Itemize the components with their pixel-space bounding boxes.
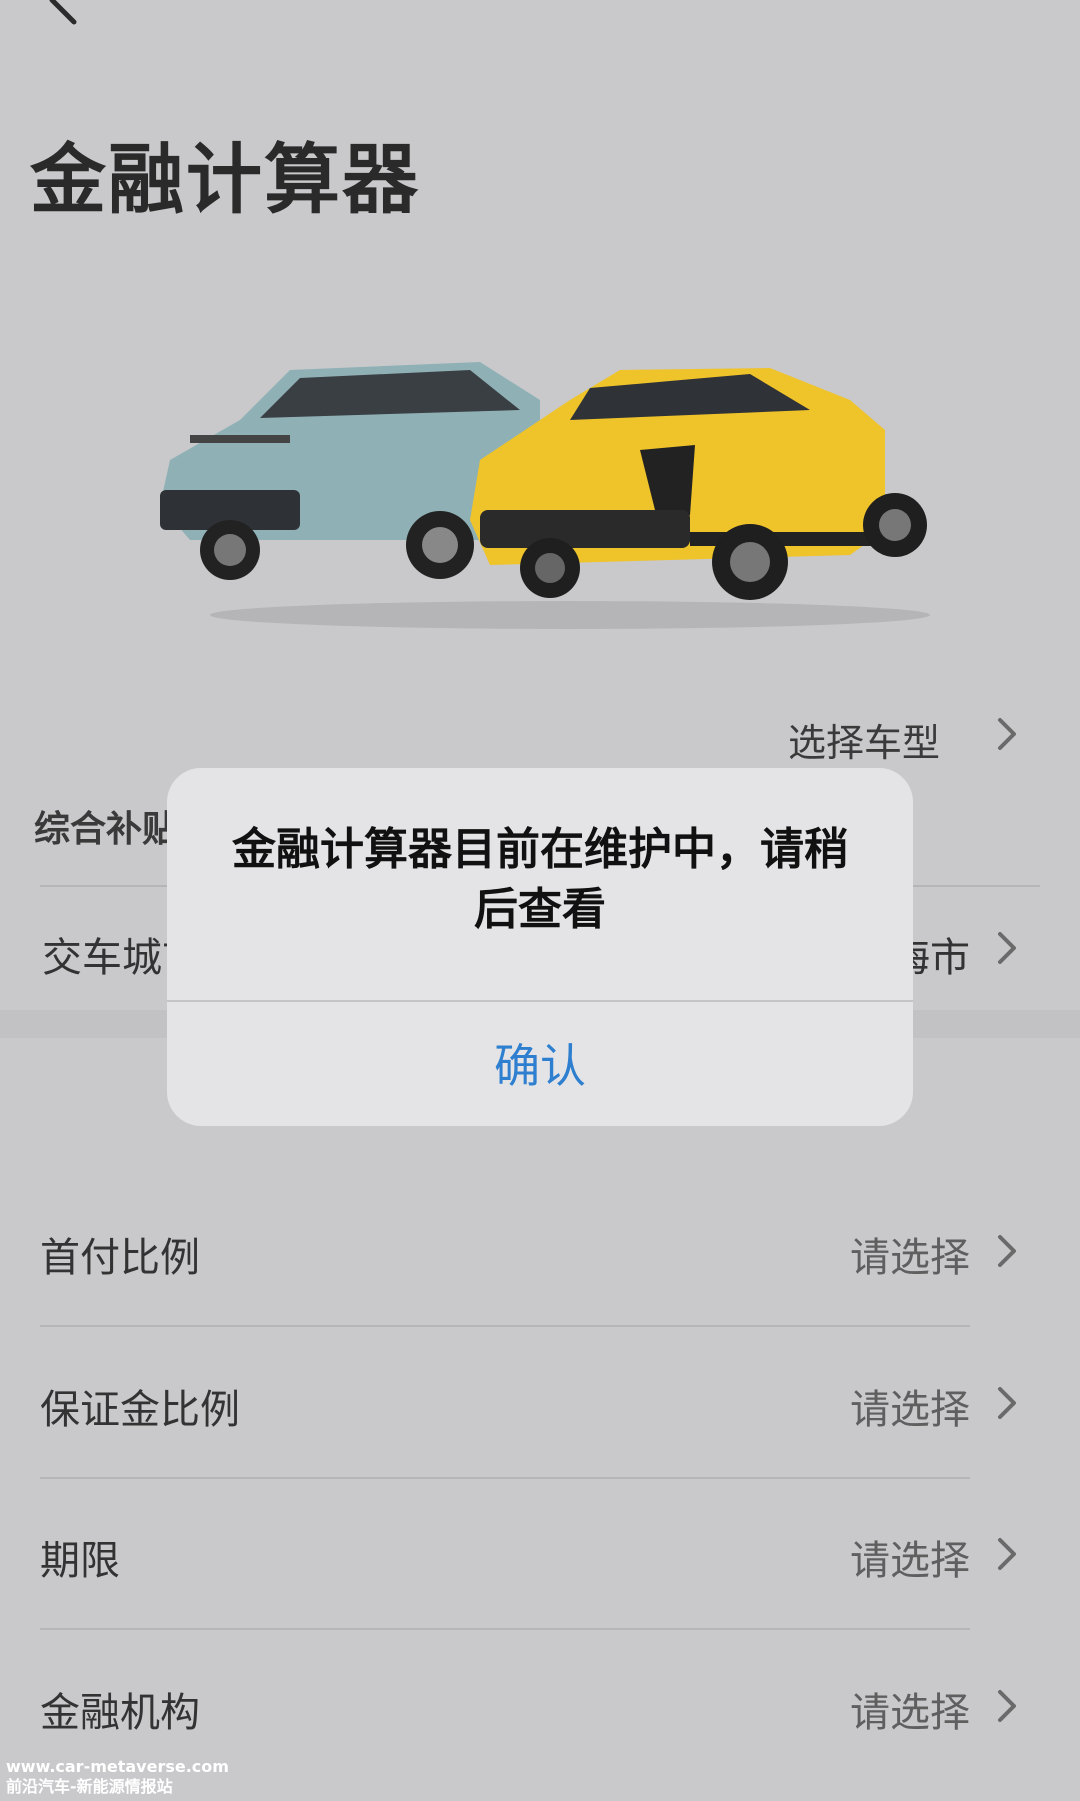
divider	[40, 1477, 970, 1479]
watermark-url: www.car-metaverse.com	[6, 1757, 229, 1776]
chevron-right-icon[interactable]	[996, 928, 1020, 968]
car-illustration	[160, 362, 930, 629]
option-row-down-payment[interactable]: 首付比例 请选择	[40, 1225, 1040, 1285]
option-label: 金融机构	[40, 1690, 200, 1736]
alert-message: 金融计算器目前在维护中，请稍后查看	[232, 824, 848, 935]
divider	[40, 1325, 970, 1327]
choose-vehicle-link[interactable]: 选择车型	[788, 712, 940, 767]
option-value: 请选择	[850, 1235, 970, 1281]
option-value: 请选择	[850, 1538, 970, 1584]
chevron-right-icon	[998, 1538, 1016, 1570]
divider	[40, 1628, 970, 1630]
maintenance-alert-dialog: 金融计算器目前在维护中，请稍后查看 确认	[167, 768, 913, 1126]
option-row-finance-institution[interactable]: 金融机构 请选择	[40, 1680, 1040, 1740]
option-value: 请选择	[850, 1387, 970, 1433]
subsidy-label: 综合补贴	[34, 809, 179, 850]
option-value: 请选择	[850, 1690, 970, 1736]
confirm-button[interactable]: 确认	[167, 1000, 913, 1126]
back-arrow-icon[interactable]	[40, 0, 100, 40]
chevron-right-icon	[998, 1387, 1016, 1419]
option-row-term[interactable]: 期限 请选择	[40, 1528, 1040, 1588]
option-label: 期限	[40, 1538, 120, 1584]
chevron-right-icon	[998, 718, 1016, 750]
option-label: 首付比例	[40, 1235, 200, 1281]
page-title: 金融计算器	[30, 135, 420, 224]
watermark-site-name: 前沿汽车-新能源情报站	[6, 1777, 173, 1796]
watermark: www.car-metaverse.com 前沿汽车-新能源情报站	[6, 1757, 229, 1797]
chevron-right-icon	[998, 1690, 1016, 1722]
chevron-right-icon	[998, 1235, 1016, 1267]
option-row-deposit-ratio[interactable]: 保证金比例 请选择	[40, 1377, 1040, 1437]
option-label: 保证金比例	[40, 1387, 240, 1433]
